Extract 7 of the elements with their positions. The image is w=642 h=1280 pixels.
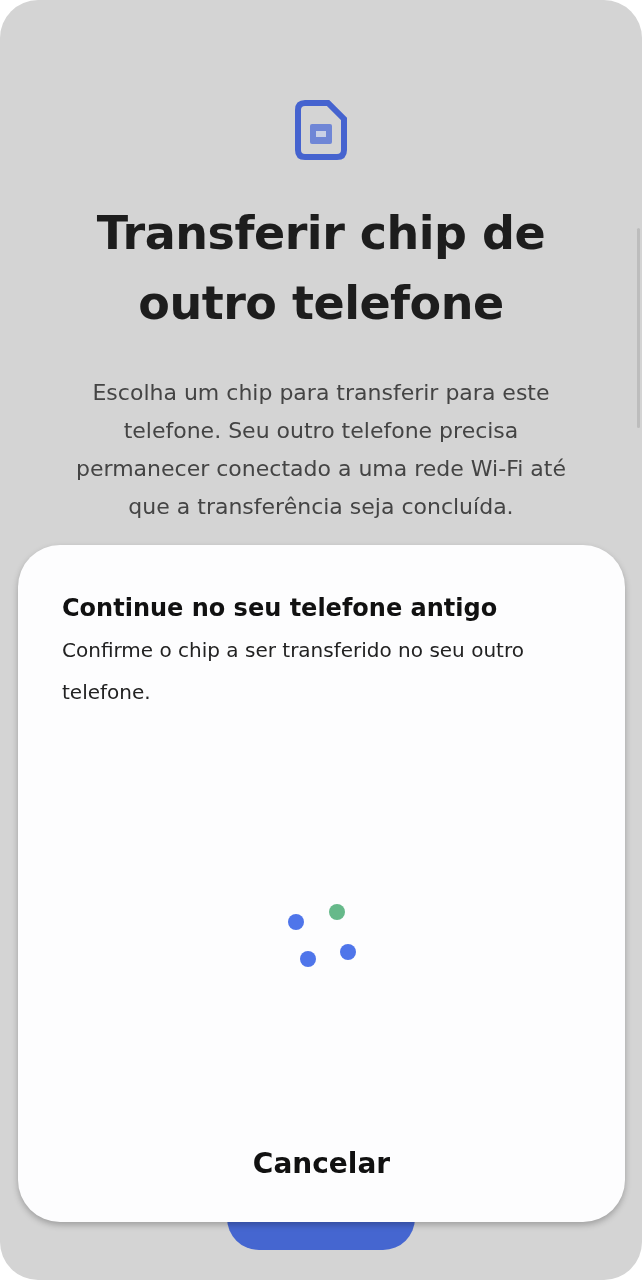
sheet-title: Continue no seu telefone antigo <box>62 593 499 624</box>
sim-card-icon <box>295 100 347 160</box>
cancel-button[interactable]: Cancelar <box>236 1139 407 1188</box>
sheet-message: Confirme o chip a ser transferido no seu outro telefone. <box>62 637 525 706</box>
description-text: Escolha um chip para transferir para este telefone. Seu outro telefone precisa permanecer conectado a uma rede Wi-Fi até que a transferência seja concluída. <box>75 379 567 521</box>
page-title: Transferir chip de outro telefone <box>95 205 547 332</box>
loading-spinner-icon <box>287 904 356 968</box>
